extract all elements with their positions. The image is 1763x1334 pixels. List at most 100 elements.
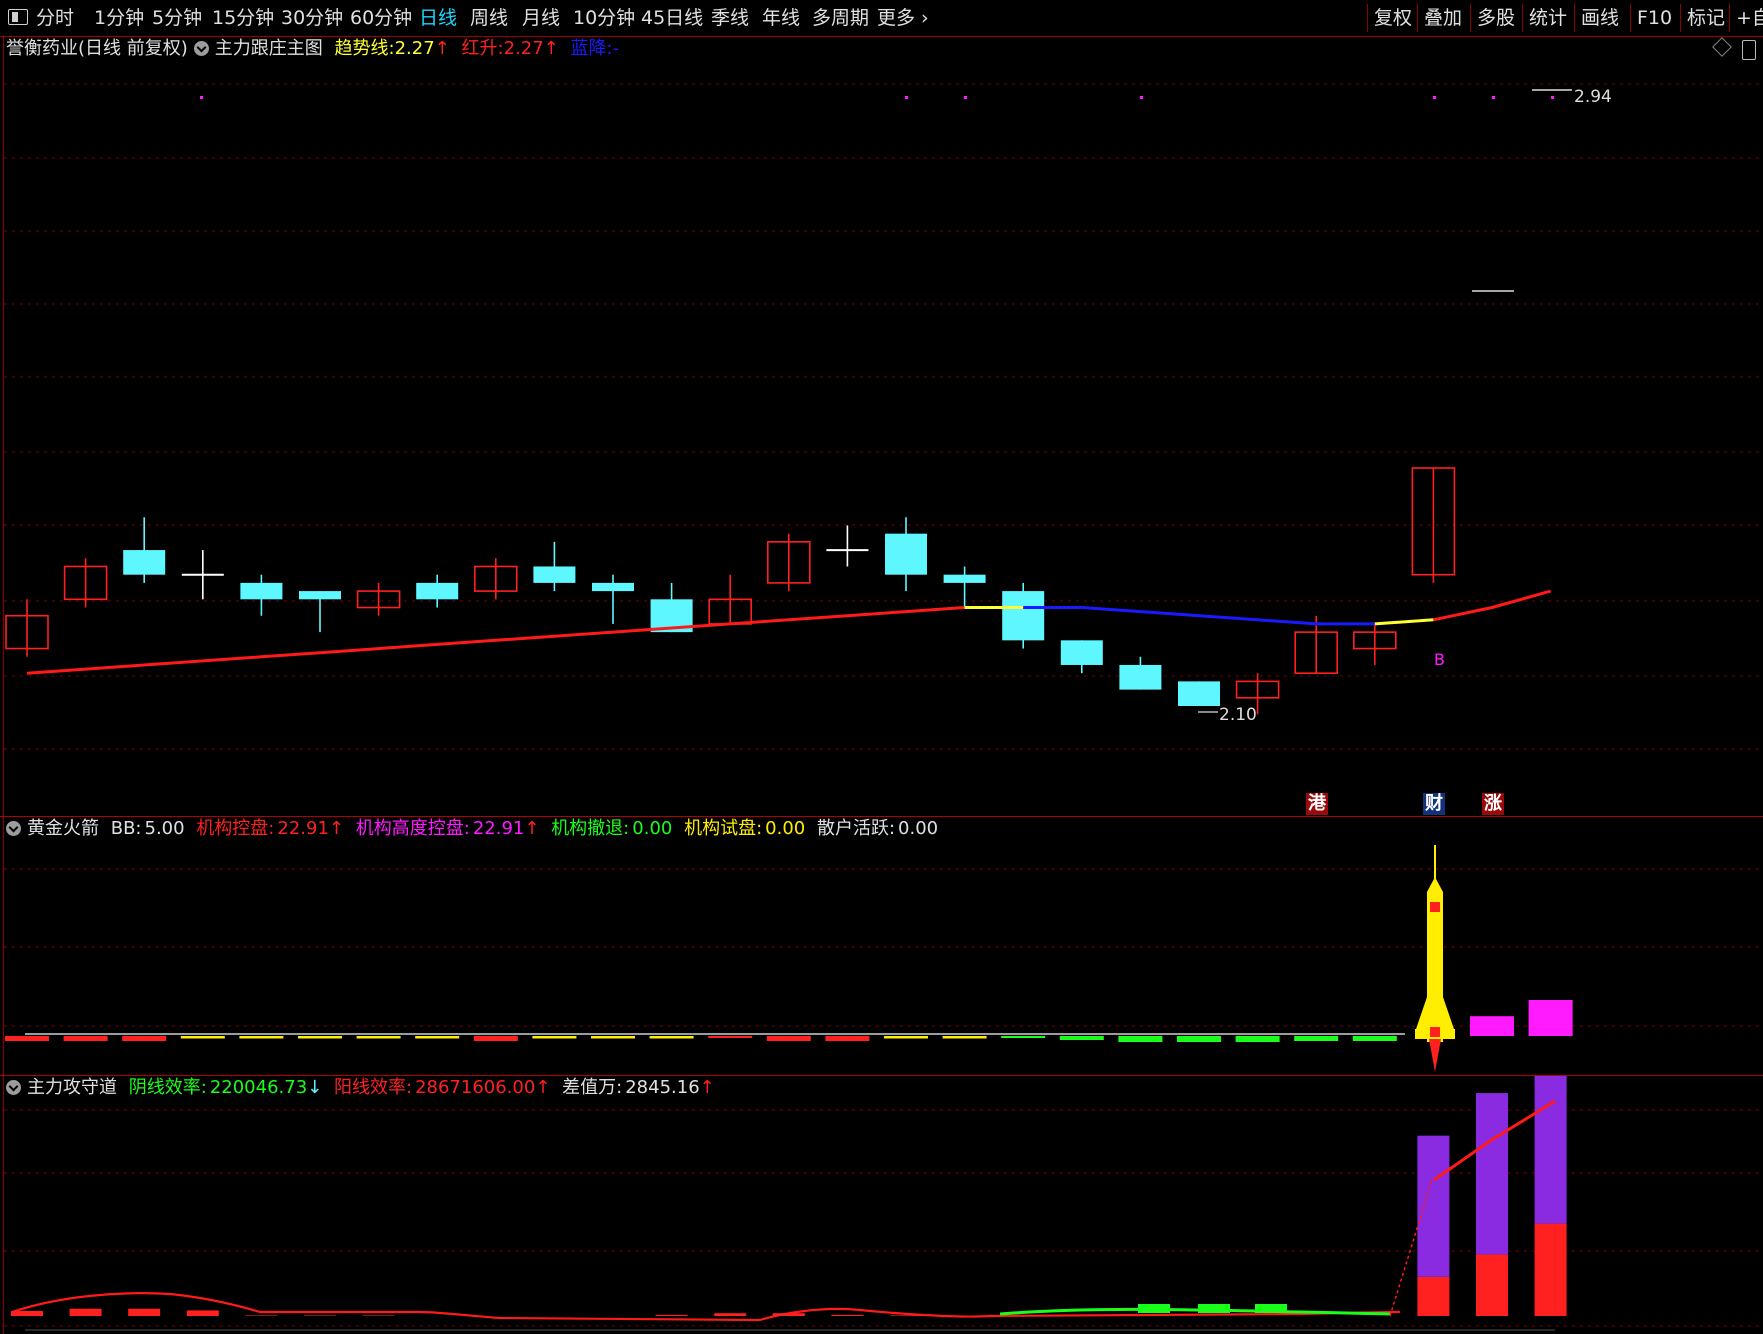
gong-bar-purple — [1417, 1135, 1450, 1277]
gong-bar-red — [831, 1314, 864, 1316]
period-tab-12[interactable]: 年线 — [762, 0, 800, 36]
rocket-body — [1427, 892, 1443, 1042]
tool-button-3[interactable]: 统计 — [1529, 0, 1567, 36]
tool-button-6[interactable]: 标记 — [1687, 0, 1725, 36]
signal-dot — [905, 96, 908, 99]
candle-body — [885, 533, 927, 575]
gong-bar-red — [772, 1313, 805, 1316]
gong-bar-red — [11, 1310, 43, 1316]
gong-chart[interactable] — [0, 1076, 1763, 1334]
gong-wave-green — [999, 1307, 1391, 1316]
tool-button-4[interactable]: 画线 — [1581, 0, 1619, 36]
period-tab-4[interactable]: 30分钟 — [281, 0, 343, 36]
gong-bar-red — [128, 1308, 161, 1316]
rocket-bar — [942, 1036, 987, 1039]
gong-bar-red — [245, 1315, 278, 1316]
period-tab-10[interactable]: 45日线 — [641, 0, 703, 36]
rocket-fin — [1443, 997, 1455, 1032]
tool-button-2[interactable]: 多股 — [1477, 0, 1515, 36]
rocket-bar — [180, 1036, 225, 1039]
rocket-bar — [63, 1036, 108, 1041]
rocket-flame — [1429, 1039, 1441, 1072]
rocket-fin — [1415, 997, 1427, 1032]
trend-line — [1023, 606, 1375, 626]
price-chart[interactable] — [0, 36, 1763, 816]
candle-body — [240, 582, 283, 600]
toolbar-separator — [1680, 4, 1681, 32]
toolbar-separator — [1470, 4, 1471, 32]
rocket-nose — [1427, 877, 1443, 892]
rocket-bar — [1059, 1036, 1104, 1040]
tool-button-7[interactable]: +自 — [1736, 0, 1763, 36]
gong-bar-red — [1534, 1223, 1567, 1316]
rocket-bar — [1177, 1036, 1221, 1042]
candle-body — [1060, 640, 1103, 665]
period-tab-5[interactable]: 60分钟 — [350, 0, 412, 36]
rocket-bar — [5, 1036, 49, 1041]
rocket-bar — [1528, 1000, 1573, 1036]
gong-bar-red — [186, 1310, 219, 1316]
buy-signal-label: B — [1434, 650, 1445, 669]
period-tab-7[interactable]: 周线 — [470, 0, 508, 36]
period-tab-8[interactable]: 月线 — [522, 0, 560, 36]
trend-line — [1374, 618, 1434, 626]
tool-button-1[interactable]: 叠加 — [1424, 0, 1462, 36]
tool-button-0[interactable]: 复权 — [1374, 0, 1412, 36]
rocket-bar — [884, 1036, 928, 1039]
candle-body — [416, 582, 459, 600]
period-tab-1[interactable]: 1分钟 — [94, 0, 144, 36]
panel-toggle-icon[interactable] — [8, 9, 28, 25]
gong-bar-red — [655, 1314, 688, 1316]
tag-hk[interactable]: 港 — [1306, 793, 1328, 815]
period-tab-9[interactable]: 10分钟 — [573, 0, 635, 36]
toolbar-separator — [1417, 4, 1418, 32]
candle-body — [533, 566, 576, 583]
rocket-bar — [532, 1036, 577, 1039]
signal-dot — [200, 96, 203, 99]
period-tab-13[interactable]: 多周期 — [812, 0, 869, 36]
tag-rise[interactable]: 涨 — [1482, 793, 1504, 815]
rocket-bar — [239, 1036, 284, 1039]
gong-bar-purple — [1476, 1093, 1508, 1255]
rocket-flame-core — [1430, 1027, 1440, 1037]
rocket-bar — [122, 1036, 167, 1041]
rocket-bar — [1118, 1036, 1163, 1042]
tag-finance[interactable]: 财 — [1423, 793, 1445, 815]
period-tab-2[interactable]: 5分钟 — [152, 0, 202, 36]
period-tab-3[interactable]: 15分钟 — [212, 0, 274, 36]
toolbar-separator — [1574, 4, 1575, 32]
rocket-bar — [1294, 1036, 1339, 1041]
trend-line — [1433, 589, 1552, 622]
candle-body — [299, 591, 341, 600]
signal-dot — [1433, 96, 1436, 99]
candle-body — [1178, 681, 1220, 706]
candle-body — [123, 550, 166, 575]
rocket-bar — [1001, 1036, 1046, 1038]
gong-bar-green — [1255, 1304, 1287, 1313]
period-tab-11[interactable]: 季线 — [711, 0, 749, 36]
gong-bar-red — [304, 1315, 336, 1316]
rocket-chart[interactable] — [0, 817, 1763, 1075]
rocket-bar — [356, 1036, 401, 1039]
period-tab-6[interactable]: 日线 — [419, 0, 457, 36]
gong-bar-green — [1138, 1304, 1170, 1313]
rocket-bar — [708, 1036, 753, 1038]
trend-line — [26, 606, 965, 675]
high-price-label: 2.94 — [1574, 87, 1612, 107]
gong-bar-green — [1198, 1304, 1230, 1313]
period-tab-14[interactable]: 更多 › — [877, 0, 929, 36]
period-tab-0[interactable]: 分时 — [36, 0, 74, 36]
candle-body — [1119, 664, 1162, 690]
candle-body — [943, 574, 986, 583]
rocket-bar — [415, 1036, 460, 1039]
rocket-bar — [766, 1036, 811, 1041]
toolbar-separator — [1630, 4, 1631, 32]
gong-bar-purple — [1534, 1076, 1567, 1224]
tool-button-5[interactable]: F10 — [1637, 0, 1672, 36]
gong-bar-red — [69, 1308, 102, 1316]
gong-bar-red — [714, 1313, 747, 1316]
rocket-bar — [473, 1036, 518, 1041]
gong-bar-red — [362, 1315, 395, 1316]
candle-body — [592, 582, 634, 592]
candle-body — [1002, 591, 1045, 641]
